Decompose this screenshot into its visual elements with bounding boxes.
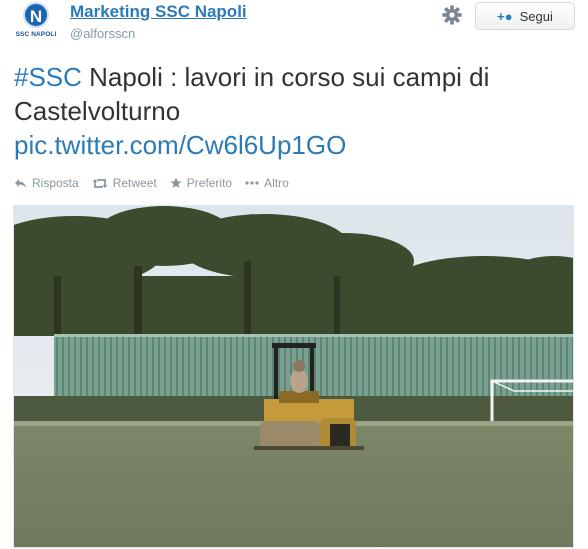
user-handle: @alforsscn [70, 26, 136, 41]
add-user-icon: +● [497, 8, 513, 24]
display-name[interactable]: Marketing SSC Napoli [70, 2, 247, 22]
star-icon [170, 177, 182, 188]
tweet-body: Napoli : lavori in corso sui campi di Ca… [14, 62, 490, 126]
reply-icon [15, 178, 26, 188]
favorite-action[interactable]: Preferito [170, 176, 232, 190]
tweet-photo[interactable] [13, 205, 574, 548]
gear-icon[interactable] [441, 4, 463, 26]
tweet-text: #SSC Napoli : lavori in corso sui campi … [14, 60, 574, 162]
more-label: Altro [264, 176, 289, 190]
hashtag-link[interactable]: #SSC [14, 62, 82, 92]
tweet-actions: Risposta Retweet Preferito Altro [14, 176, 302, 190]
favorite-label: Preferito [186, 176, 233, 190]
reply-action[interactable]: Risposta [14, 176, 79, 190]
avatar-caption: SSC NAPOLI [15, 31, 57, 38]
avatar[interactable]: N SSC NAPOLI [14, 2, 58, 46]
more-icon [245, 181, 259, 185]
retweet-label: Retweet [112, 176, 157, 190]
retweet-icon [92, 178, 108, 188]
avatar-logo: N [23, 2, 49, 28]
follow-button[interactable]: +● Segui [475, 2, 575, 30]
photo-link[interactable]: pic.twitter.com/Cw6l6Up1GO [14, 128, 574, 162]
follow-button-label: Segui [519, 8, 553, 24]
retweet-action[interactable]: Retweet [92, 176, 157, 190]
reply-label: Risposta [32, 176, 79, 190]
more-action[interactable]: Altro [245, 176, 289, 190]
